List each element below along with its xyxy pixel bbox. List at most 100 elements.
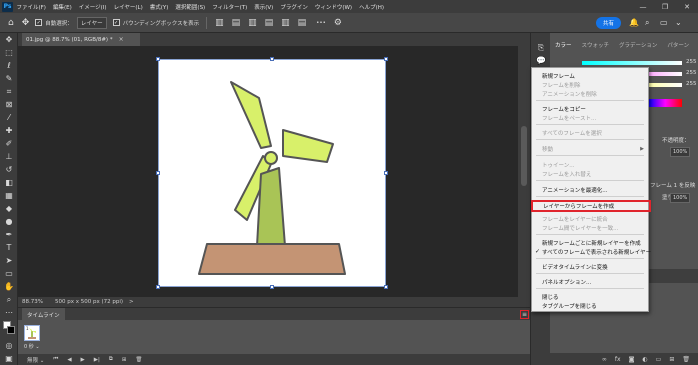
crop-tool-icon[interactable]: ⌗ — [0, 85, 18, 98]
menu-item-make-frames-from-layers[interactable]: レイヤーからフレームを作成 — [531, 200, 651, 212]
pen-tool-icon[interactable]: ✒ — [0, 228, 18, 241]
hand-tool-icon[interactable]: ✋ — [0, 280, 18, 293]
menu-item-close[interactable]: 閉じる — [532, 292, 648, 301]
red-value[interactable]: 255 — [686, 59, 697, 65]
delete-frame-icon[interactable]: 🗑 — [135, 357, 142, 363]
chevron-down-icon[interactable]: ⌄ — [675, 18, 682, 27]
red-slider[interactable] — [582, 61, 682, 65]
fx-icon[interactable]: fx — [615, 356, 621, 363]
menu-plugins[interactable]: プラグイン — [277, 3, 312, 11]
transform-handle[interactable] — [270, 57, 274, 61]
healing-brush-tool-icon[interactable]: ✚ — [0, 124, 18, 137]
next-frame-icon[interactable]: ▶| — [94, 357, 100, 363]
stamp-tool-icon[interactable]: ⊥ — [0, 150, 18, 163]
menu-type[interactable]: 書式(Y) — [146, 3, 172, 11]
new-group-icon[interactable]: ▭ — [656, 356, 662, 363]
blue-value[interactable]: 255 — [686, 81, 697, 87]
new-frame-icon[interactable]: ⊞ — [122, 357, 127, 363]
more-options-button[interactable]: ••• — [316, 20, 326, 26]
brush-tool-icon[interactable]: ✐ — [0, 137, 18, 150]
zoom-tool-icon[interactable]: ⌕ — [0, 293, 18, 306]
marquee-tool-icon[interactable]: ⬚ — [0, 46, 18, 59]
frame-thumbnail[interactable]: 1 — [24, 325, 40, 341]
eyedropper-tool-icon[interactable]: ⁄ — [0, 111, 18, 124]
type-tool-icon[interactable]: T — [0, 241, 18, 254]
path-select-tool-icon[interactable]: ➤ — [0, 254, 18, 267]
align-middle-icon[interactable]: ▥ — [281, 18, 290, 28]
shape-tool-icon[interactable]: ▭ — [0, 267, 18, 280]
new-layer-icon[interactable]: ⊞ — [669, 356, 674, 363]
menu-item-optimize-animation[interactable]: アニメーションを最適化... — [532, 185, 648, 194]
menu-item-close-tab-group[interactable]: タブグループを閉じる — [532, 301, 648, 310]
eraser-tool-icon[interactable]: ◧ — [0, 176, 18, 189]
frame-delay[interactable]: 0 秒 ⌄ — [24, 343, 40, 350]
menu-item-select-all-frames[interactable]: すべてのフレームを選択 — [532, 128, 648, 137]
menu-file[interactable]: ファイル(F) — [13, 3, 49, 11]
gradient-tool-icon[interactable]: ▦ — [0, 189, 18, 202]
delete-layer-icon[interactable]: 🗑 — [682, 356, 690, 363]
menu-layer[interactable]: レイヤー(L) — [110, 3, 146, 11]
tab-gradients[interactable]: グラデーション — [614, 41, 662, 51]
quick-mask-icon[interactable]: ◎ — [0, 339, 18, 352]
restore-button[interactable]: ❐ — [654, 0, 676, 13]
workspace-icon[interactable]: ▭ — [660, 18, 668, 27]
align-right-icon[interactable]: ▥ — [248, 18, 257, 28]
auto-select-checkbox[interactable]: ✓ — [35, 19, 43, 26]
menu-help[interactable]: ヘルプ(H) — [356, 3, 388, 11]
home-icon[interactable]: ⌂ — [8, 18, 14, 28]
transform-handle[interactable] — [270, 285, 274, 289]
opacity-field[interactable]: 100% — [670, 147, 691, 157]
align-bottom-icon[interactable]: ▤ — [298, 18, 307, 28]
blur-tool-icon[interactable]: ◆ — [0, 202, 18, 215]
lasso-tool-icon[interactable]: ℓ — [0, 59, 18, 72]
screen-mode-icon[interactable]: ▣ — [0, 352, 18, 365]
add-mask-icon[interactable]: ◙ — [629, 356, 635, 363]
zoom-level[interactable]: 88.73% — [22, 299, 43, 305]
scrollbar-thumb[interactable] — [521, 126, 527, 186]
share-button[interactable]: 共有 — [596, 17, 621, 29]
move-tool-icon[interactable]: ✥ — [0, 33, 18, 46]
transform-handle[interactable] — [156, 285, 160, 289]
quick-select-tool-icon[interactable]: ✎ — [0, 72, 18, 85]
menu-item-panel-options[interactable]: パネルオプション... — [532, 277, 648, 286]
canvas-area[interactable] — [18, 46, 518, 297]
frame-tool-icon[interactable]: ⊠ — [0, 98, 18, 111]
transform-handle[interactable] — [384, 171, 388, 175]
menu-item-flatten-frames[interactable]: フレームをレイヤーに統合 — [532, 214, 648, 223]
menu-item-delete-frame[interactable]: フレームを削除 — [532, 80, 648, 89]
auto-select-dropdown[interactable]: レイヤー — [76, 16, 107, 29]
close-icon[interactable]: × — [119, 36, 124, 43]
menu-item-new-layer-each-frame[interactable]: 新規フレームごとに新規レイヤーを作成 — [532, 238, 648, 247]
tween-icon[interactable]: ⧉ — [109, 356, 113, 363]
transform-handle[interactable] — [156, 57, 160, 61]
align-center-icon[interactable]: ▤ — [232, 18, 241, 28]
status-menu-arrow[interactable]: > — [129, 299, 134, 305]
menu-filter[interactable]: フィルター(T) — [209, 3, 251, 11]
green-value[interactable]: 255 — [686, 70, 697, 76]
loop-options[interactable]: 無限 ⌄ — [27, 356, 44, 364]
menu-view[interactable]: 表示(V) — [251, 3, 277, 11]
menu-item-copy-frame[interactable]: フレームをコピー — [532, 104, 648, 113]
adjustment-layer-icon[interactable]: ◐ — [642, 356, 647, 363]
menu-item-delete-animation[interactable]: アニメーションを削除 — [532, 89, 648, 98]
menu-item-new-frame[interactable]: 新規フレーム — [532, 71, 648, 80]
more-tools-icon[interactable]: ⋯ — [0, 306, 18, 319]
history-brush-tool-icon[interactable]: ↺ — [0, 163, 18, 176]
dodge-tool-icon[interactable]: ● — [0, 215, 18, 228]
menu-item-tween[interactable]: トゥイーン... — [532, 160, 648, 169]
align-top-icon[interactable]: ▤ — [265, 18, 274, 28]
history-panel-icon[interactable]: ⎘ — [531, 41, 551, 54]
close-button[interactable]: ✕ — [676, 0, 698, 13]
menu-select[interactable]: 選択範囲(S) — [172, 3, 209, 11]
menu-item-reverse-frames[interactable]: フレームを入れ替え — [532, 169, 648, 178]
bounding-box-checkbox[interactable]: ✓ — [112, 19, 120, 26]
tab-color[interactable]: カラー — [550, 41, 577, 51]
menu-item-move[interactable]: 移動 ▶ — [532, 144, 648, 153]
minimize-button[interactable]: — — [632, 0, 654, 13]
menu-window[interactable]: ウィンドウ(W) — [311, 3, 355, 11]
previous-frame-icon[interactable]: ◀ — [67, 357, 71, 363]
link-layers-icon[interactable]: ∞ — [602, 356, 607, 363]
play-icon[interactable]: ▶ — [81, 357, 85, 363]
move-tool-icon[interactable]: ✥ — [22, 18, 30, 28]
document-tab[interactable]: 01.jpg @ 88.7% (01, RGB/8#) * × — [22, 33, 140, 46]
